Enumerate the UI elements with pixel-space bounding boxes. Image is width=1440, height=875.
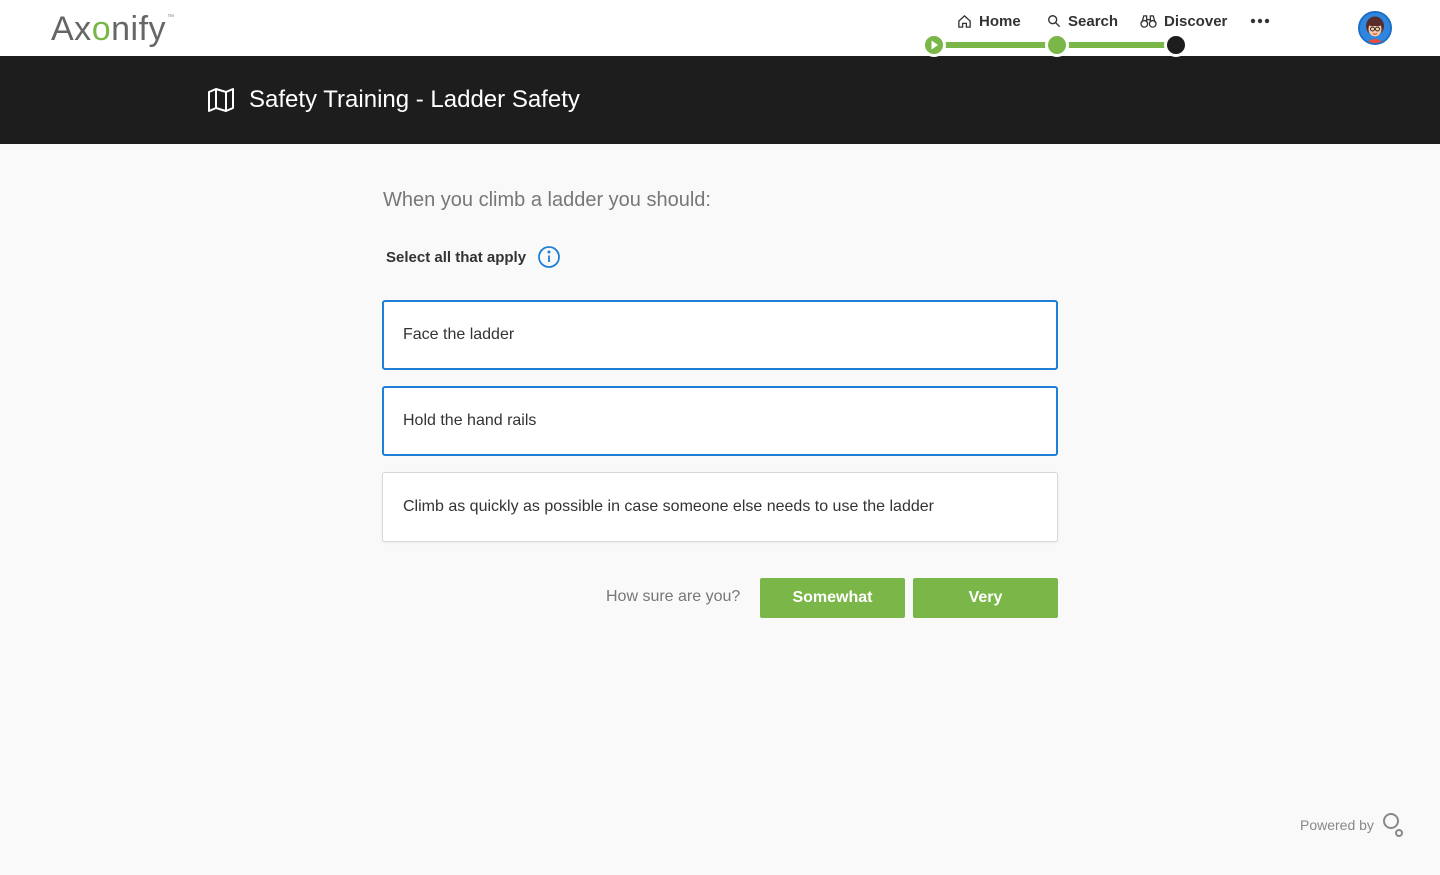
nav-search-label: Search bbox=[1068, 12, 1119, 30]
answer-option-3[interactable]: Climb as quickly as possible in case som… bbox=[382, 472, 1058, 542]
training-title: Safety Training - Ladder Safety bbox=[249, 86, 580, 113]
avatar-icon bbox=[1360, 13, 1390, 43]
progress-step-1 bbox=[922, 33, 946, 57]
question-text: When you climb a ladder you should: bbox=[383, 189, 711, 211]
search-icon bbox=[1048, 15, 1061, 28]
very-button[interactable]: Very bbox=[913, 578, 1058, 618]
instruction-label: Select all that apply bbox=[386, 248, 527, 266]
instruction-row: Select all that apply bbox=[386, 245, 561, 269]
home-icon bbox=[958, 14, 971, 28]
answer-option-2[interactable]: Hold the hand rails bbox=[382, 386, 1058, 456]
nav-home-label: Home bbox=[979, 12, 1021, 30]
axonify-mark-icon bbox=[1382, 813, 1403, 837]
confidence-prompt: How sure are you? bbox=[606, 588, 741, 605]
training-header: Safety Training - Ladder Safety bbox=[0, 56, 1440, 144]
play-icon bbox=[931, 40, 938, 50]
progress-step-2 bbox=[1045, 33, 1069, 57]
progress-step-3 bbox=[1164, 33, 1188, 57]
powered-by-label: Powered by bbox=[1300, 817, 1374, 833]
user-avatar[interactable] bbox=[1358, 11, 1392, 45]
logo-text-end: nify bbox=[111, 10, 167, 48]
somewhat-button[interactable]: Somewhat bbox=[760, 578, 905, 618]
answer-option-label: Hold the hand rails bbox=[403, 412, 537, 429]
nav-discover-label: Discover bbox=[1164, 12, 1228, 30]
answer-option-1[interactable]: Face the ladder bbox=[382, 300, 1058, 370]
logo-text-start: Ax bbox=[51, 10, 92, 48]
answer-option-label: Face the ladder bbox=[403, 326, 515, 343]
axonify-logo[interactable]: Ax o nify ™ bbox=[51, 10, 175, 49]
answer-option-label: Climb as quickly as possible in case som… bbox=[403, 498, 934, 515]
logo-trademark: ™ bbox=[167, 14, 175, 21]
binoculars-icon bbox=[1140, 14, 1157, 28]
nav-more-button[interactable] bbox=[1250, 0, 1270, 42]
logo-text-accent: o bbox=[91, 10, 112, 48]
progress-label: 3 / 3 bbox=[1192, 34, 1228, 54]
more-icon bbox=[1250, 18, 1270, 24]
powered-by: Powered by bbox=[1300, 812, 1404, 838]
map-icon bbox=[208, 88, 234, 112]
progress-tracker bbox=[922, 32, 1192, 58]
info-icon[interactable] bbox=[537, 245, 561, 269]
